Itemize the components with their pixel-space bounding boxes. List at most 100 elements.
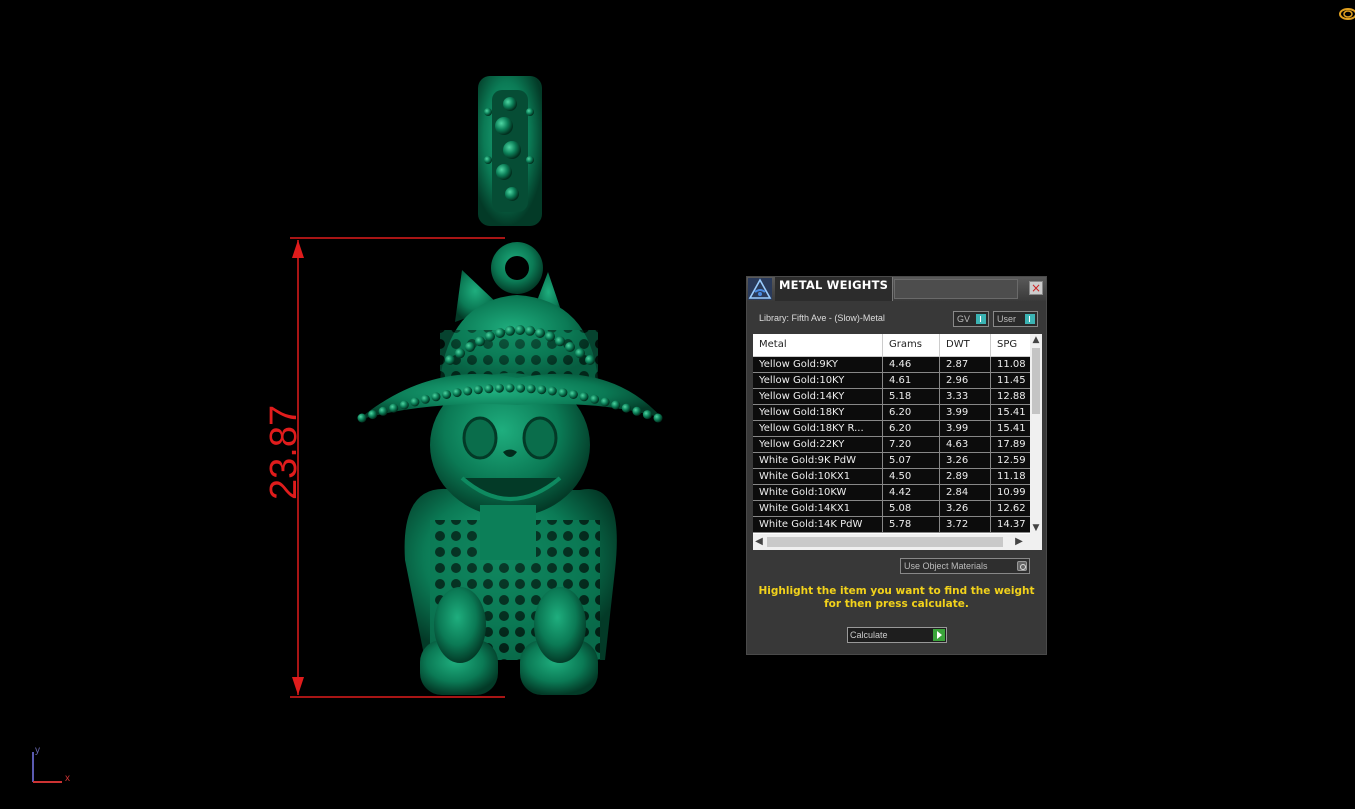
bead-decoration bbox=[494, 383, 504, 393]
cell-dwt: 2.84 bbox=[940, 485, 991, 500]
cell-spg: 11.18 bbox=[997, 471, 1026, 482]
bead-decoration bbox=[505, 187, 519, 201]
table-row[interactable]: Yellow Gold:14KY 5.18 3.33 12.88 bbox=[753, 389, 1030, 405]
bead-decoration bbox=[555, 336, 565, 347]
column-header-spg[interactable]: SPG bbox=[991, 334, 1030, 356]
panel-title-tab[interactable]: METAL WEIGHTS bbox=[775, 277, 893, 301]
table-row[interactable]: Yellow Gold:22KY 7.20 4.63 17.89 bbox=[753, 437, 1030, 453]
bead-decoration bbox=[526, 156, 534, 164]
pendant-model bbox=[357, 242, 663, 695]
use-object-materials-label: Use Object Materials bbox=[904, 561, 988, 571]
column-header-grams[interactable]: Grams bbox=[883, 334, 940, 356]
bead-decoration bbox=[558, 388, 568, 398]
radio-indicator-icon bbox=[1017, 561, 1027, 571]
bead-decoration bbox=[575, 348, 585, 359]
orbit-icon[interactable] bbox=[1339, 8, 1355, 20]
bead-decoration bbox=[473, 385, 483, 395]
bead-decoration bbox=[516, 383, 526, 393]
calculate-button[interactable]: Calculate bbox=[847, 627, 947, 643]
cell-grams: 7.20 bbox=[883, 437, 940, 452]
bead-decoration bbox=[526, 108, 534, 116]
bead-decoration bbox=[410, 397, 420, 407]
close-button[interactable]: × bbox=[1029, 281, 1043, 295]
cell-metal: White Gold:14K PdW bbox=[753, 517, 883, 532]
cell-metal: Yellow Gold:22KY bbox=[753, 437, 883, 452]
bead-decoration bbox=[475, 336, 485, 347]
play-arrow-icon bbox=[933, 629, 945, 641]
bead-decoration bbox=[653, 413, 663, 423]
cell-spg: 11.45 bbox=[997, 375, 1026, 386]
gv-toggle[interactable]: GV bbox=[953, 311, 989, 327]
bead-decoration bbox=[585, 355, 595, 365]
user-toggle-label: User bbox=[997, 314, 1017, 324]
table-row[interactable]: White Gold:14KX1 5.08 3.26 12.62 bbox=[753, 501, 1030, 517]
cell-spg: 15.41 bbox=[997, 407, 1026, 418]
bead-decoration bbox=[420, 394, 430, 404]
cell-grams: 4.61 bbox=[883, 373, 940, 388]
cell-metal: Yellow Gold:18KY R... bbox=[753, 421, 883, 436]
bead-decoration bbox=[547, 386, 557, 396]
bead-decoration bbox=[503, 97, 517, 111]
scroll-left-icon[interactable]: ◀ bbox=[753, 535, 765, 549]
bead-decoration bbox=[505, 325, 515, 336]
user-toggle[interactable]: User bbox=[993, 311, 1038, 327]
table-row[interactable]: White Gold:10KX1 4.50 2.89 11.18 bbox=[753, 469, 1030, 485]
cell-dwt: 2.89 bbox=[940, 469, 991, 484]
cell-spg: 14.37 bbox=[997, 519, 1026, 530]
bead-decoration bbox=[642, 410, 652, 420]
table-row[interactable]: Yellow Gold:10KY 4.61 2.96 11.45 bbox=[753, 373, 1030, 389]
bead-decoration bbox=[495, 117, 513, 135]
viewport[interactable]: 23.87 bbox=[0, 0, 1355, 809]
cell-dwt: 3.99 bbox=[940, 421, 991, 436]
horizontal-scrollbar[interactable]: ◀ ▶ bbox=[753, 534, 1042, 550]
bead-decoration bbox=[495, 328, 505, 338]
cell-grams: 5.78 bbox=[883, 517, 940, 532]
matrix-logo-icon bbox=[748, 278, 772, 300]
horizontal-scroll-thumb[interactable] bbox=[767, 537, 1003, 547]
vertical-scroll-thumb[interactable] bbox=[1032, 348, 1040, 414]
cell-spg: 10.99 bbox=[997, 487, 1026, 498]
bead-decoration bbox=[445, 355, 455, 365]
table-row[interactable]: Yellow Gold:9KY 4.46 2.87 11.08 bbox=[753, 357, 1030, 373]
cell-metal: Yellow Gold:14KY bbox=[753, 389, 883, 404]
cell-metal: Yellow Gold:18KY bbox=[753, 405, 883, 420]
bead-decoration bbox=[368, 410, 378, 420]
table-row[interactable]: White Gold:10KW 4.42 2.84 10.99 bbox=[753, 485, 1030, 501]
table-row[interactable]: White Gold:14K PdW 5.78 3.72 14.37 bbox=[753, 517, 1030, 533]
bead-decoration bbox=[515, 325, 525, 335]
bead-decoration bbox=[632, 406, 642, 416]
cell-spg: 12.62 bbox=[997, 503, 1026, 514]
cell-dwt: 3.72 bbox=[940, 517, 991, 532]
scroll-right-icon[interactable]: ▶ bbox=[1013, 535, 1025, 549]
vertical-scrollbar[interactable]: ▲ ▼ bbox=[1030, 334, 1042, 534]
cell-dwt: 2.87 bbox=[940, 357, 991, 372]
instruction-line-2: for then press calculate. bbox=[824, 598, 969, 610]
use-object-materials-toggle[interactable]: Use Object Materials bbox=[900, 558, 1030, 574]
panel-titlebar[interactable]: METAL WEIGHTS × bbox=[747, 277, 1046, 301]
cell-spg: 15.41 bbox=[997, 423, 1026, 434]
cell-dwt: 3.33 bbox=[940, 389, 991, 404]
column-header-metal[interactable]: Metal bbox=[753, 334, 883, 356]
toggle-indicator-icon bbox=[976, 314, 986, 324]
table-row[interactable]: Yellow Gold:18KY 6.20 3.99 15.41 bbox=[753, 405, 1030, 421]
cell-grams: 4.46 bbox=[883, 357, 940, 372]
library-label: Library: Fifth Ave - (Slow)-Metal bbox=[759, 313, 885, 323]
column-header-dwt[interactable]: DWT bbox=[940, 334, 991, 356]
scroll-up-icon[interactable]: ▲ bbox=[1030, 334, 1042, 346]
bead-decoration bbox=[455, 348, 465, 359]
bead-decoration bbox=[505, 383, 515, 393]
bead-decoration bbox=[526, 384, 536, 394]
table-row[interactable]: Yellow Gold:18KY R... 6.20 3.99 15.41 bbox=[753, 421, 1030, 437]
cell-dwt: 4.63 bbox=[940, 437, 991, 452]
table-row[interactable]: White Gold:9K PdW 5.07 3.26 12.59 bbox=[753, 453, 1030, 469]
cell-grams: 4.50 bbox=[883, 469, 940, 484]
metal-weights-table[interactable]: Metal Grams DWT SPG Yellow Gold:9KY 4.46 2… bbox=[753, 334, 1042, 550]
bead-decoration bbox=[568, 390, 578, 399]
cell-grams: 5.07 bbox=[883, 453, 940, 468]
bead-decoration bbox=[565, 342, 575, 352]
cell-spg: 12.88 bbox=[997, 391, 1026, 402]
scroll-down-icon[interactable]: ▼ bbox=[1030, 522, 1042, 534]
bead-decoration bbox=[463, 386, 473, 396]
cell-metal: Yellow Gold:9KY bbox=[753, 357, 883, 372]
bead-decoration bbox=[545, 331, 555, 342]
